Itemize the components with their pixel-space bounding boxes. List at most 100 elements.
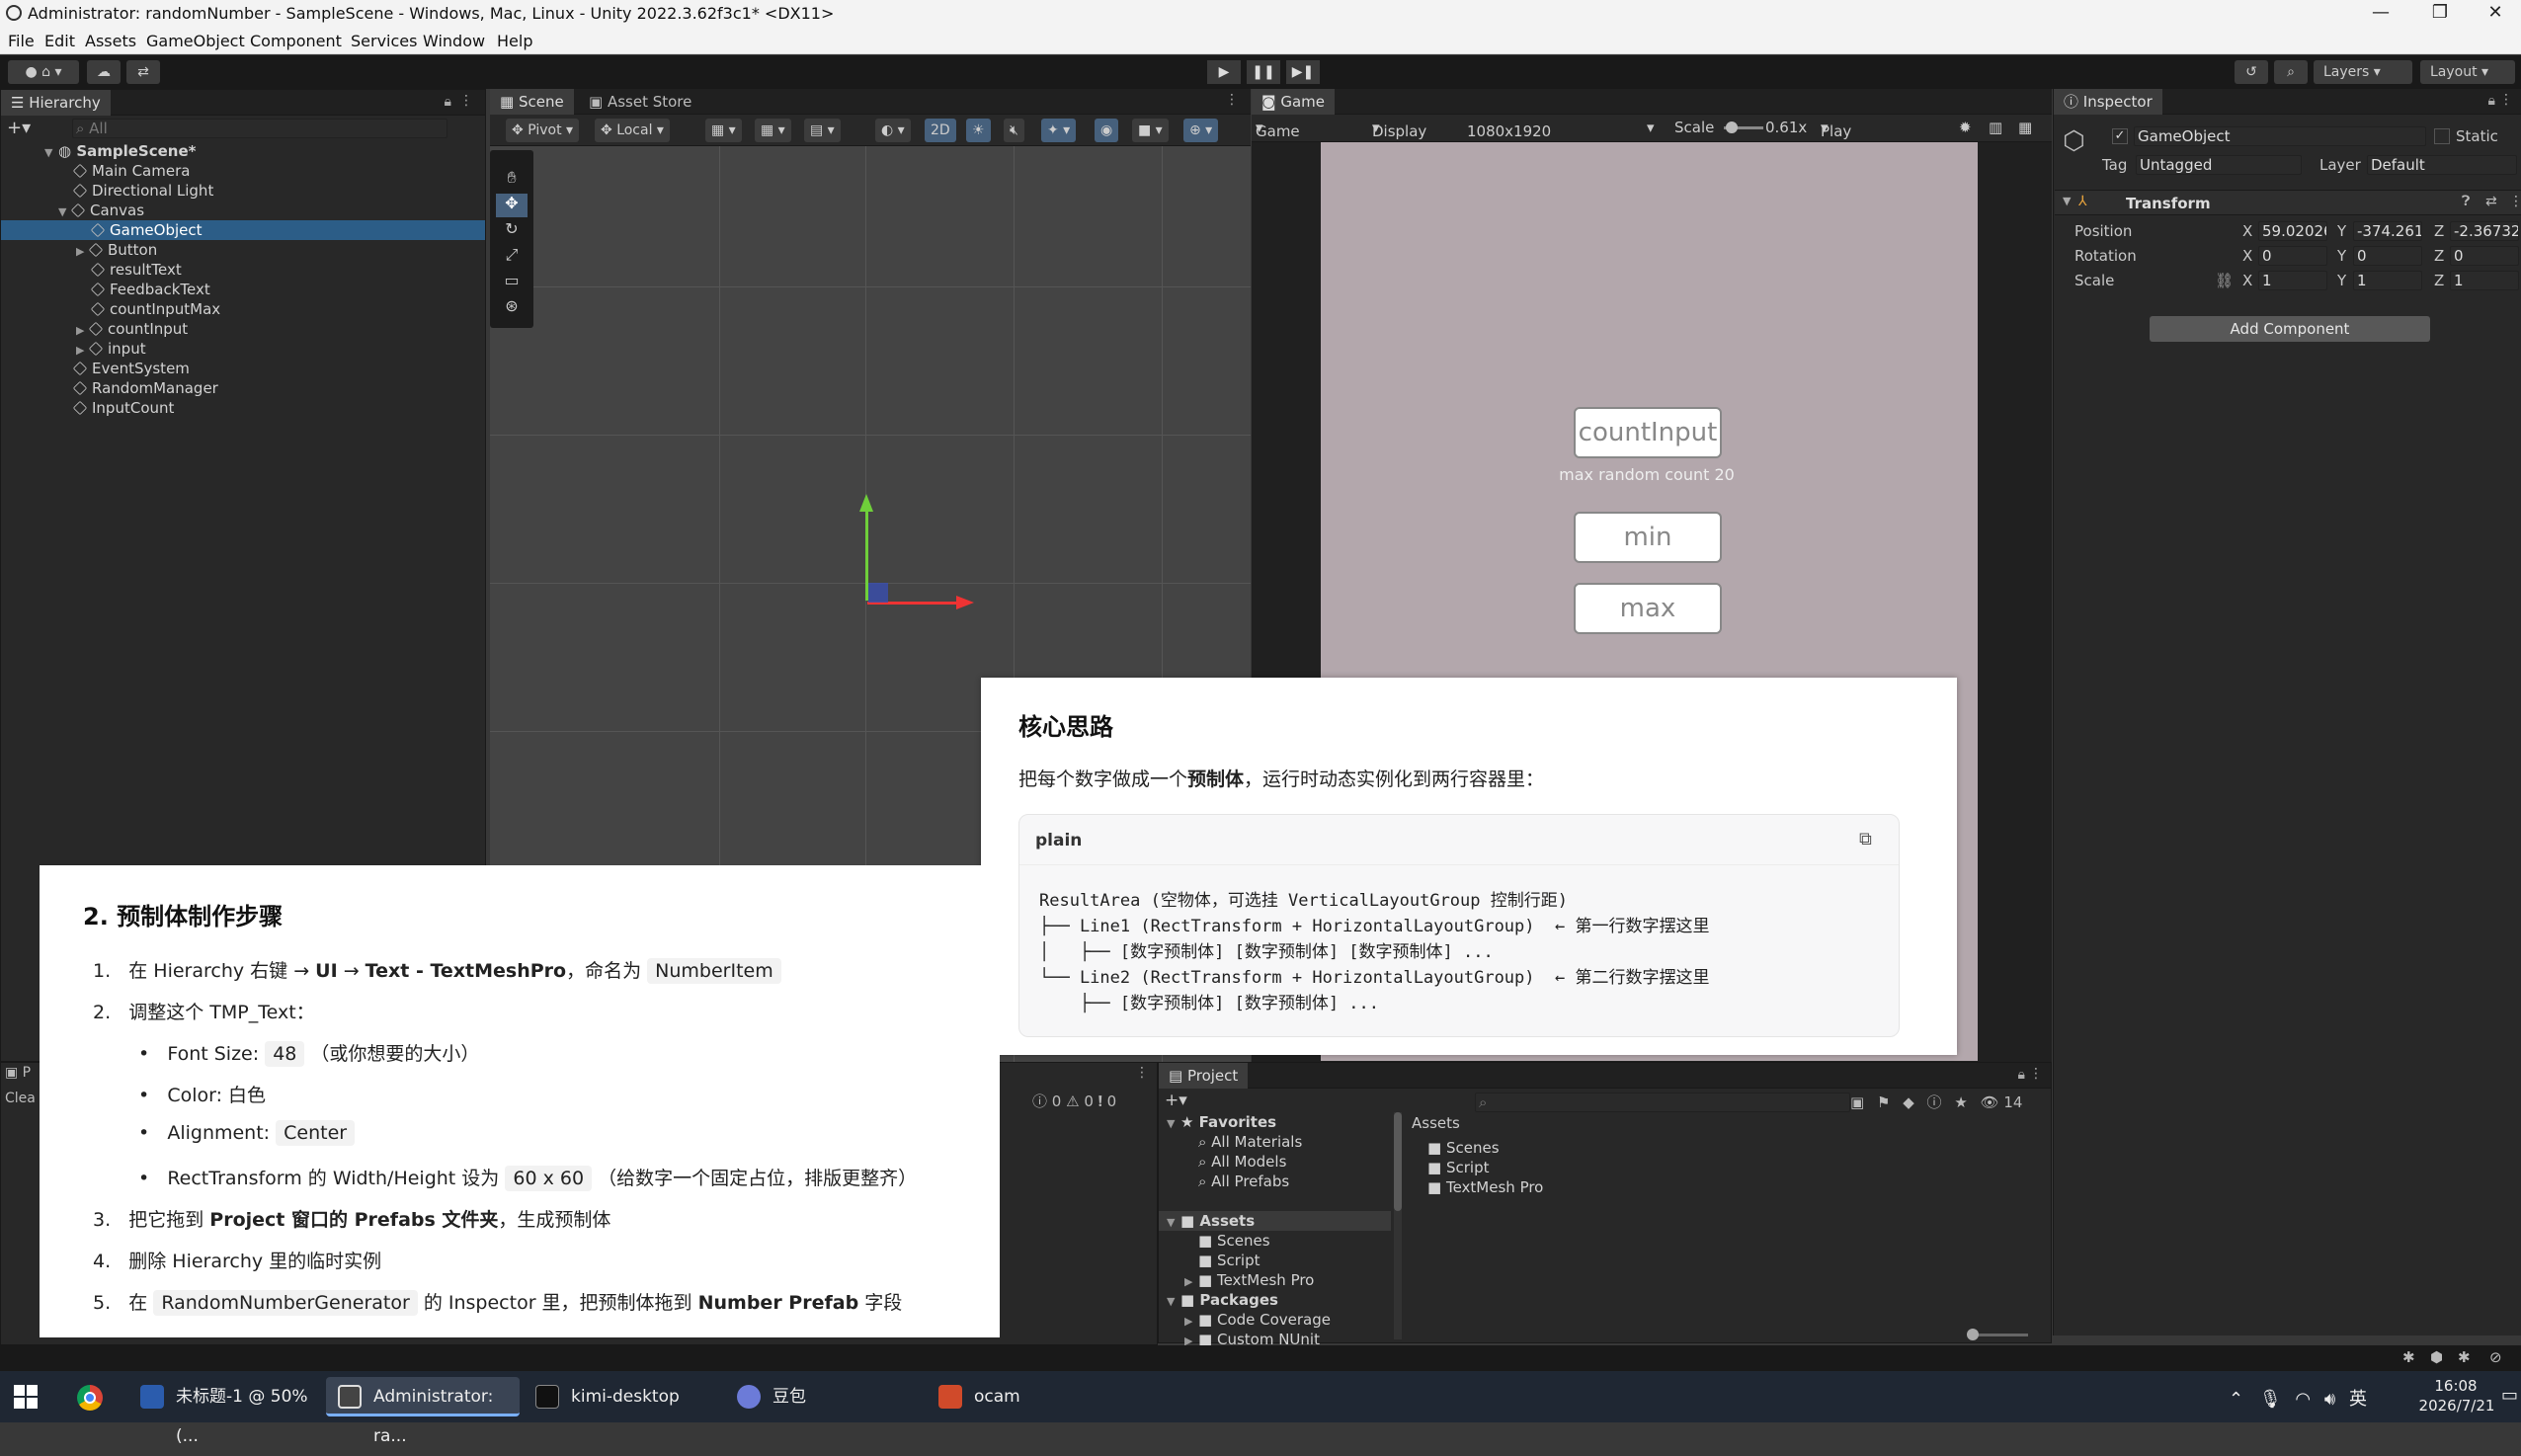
tab-asset-store[interactable]: ▣ Asset Store — [579, 89, 701, 115]
preset-icon[interactable]: ⇄ — [2485, 194, 2497, 209]
tree-item-button[interactable]: ▶ Button — [76, 240, 157, 260]
count-input-field[interactable]: countInput — [1574, 407, 1722, 458]
tree-item-eventsystem[interactable]: EventSystem — [72, 359, 190, 378]
minimize-icon[interactable]: — — [2351, 2, 2410, 23]
gizmos-icon[interactable]: ⊕ ▾ — [1183, 119, 1219, 142]
clock-date[interactable]: 2026/7/21 — [2412, 1397, 2501, 1415]
position-x-field[interactable]: 59.02026 — [2258, 221, 2327, 241]
wifi-icon[interactable]: ◠ — [2295, 1389, 2311, 1410]
draw-mode-button[interactable]: ◐ ▾ — [875, 119, 911, 142]
layers-dropdown[interactable]: Layers ▾ — [2314, 60, 2412, 84]
rotation-y-field[interactable]: 0 — [2353, 246, 2422, 266]
position-z-field[interactable]: -2.36732 — [2450, 221, 2519, 241]
menu-edit[interactable]: Edit — [44, 32, 75, 50]
info-icon[interactable]: ❗︎ — [1098, 1092, 1102, 1110]
min-input-field[interactable]: min — [1574, 512, 1722, 563]
error-icon[interactable]: ⓘ — [1032, 1092, 1047, 1110]
lock-icon[interactable]: 🔒︎ — [2488, 93, 2495, 109]
tab-scene[interactable]: ▦ Scene — [490, 89, 574, 115]
progress-icon[interactable]: ⊘ — [2489, 1348, 2502, 1366]
position-y-field[interactable]: -374.261 — [2353, 221, 2422, 241]
asset-folder-script[interactable]: ■ Script — [1427, 1158, 1489, 1177]
start-icon[interactable] — [14, 1385, 38, 1409]
scale-tool-icon[interactable]: ⤢ — [496, 245, 528, 269]
camera-icon[interactable]: ■ ▾ — [1132, 119, 1169, 142]
object-name-input[interactable]: GameObject — [2134, 126, 2426, 146]
filter-type-icon[interactable]: ⚑ — [1877, 1093, 1890, 1111]
project-search-input[interactable]: ⌕ — [1475, 1092, 1850, 1112]
clock-time[interactable]: 16:08 — [2416, 1377, 2495, 1395]
increment-snap-button[interactable]: ▦ ▾ — [755, 119, 791, 142]
menu-assets[interactable]: Assets — [85, 32, 136, 50]
resolution-chevron-icon[interactable]: ▾ — [1647, 119, 1655, 136]
play-button[interactable]: ▶ — [1207, 60, 1241, 84]
volume-icon[interactable]: 🔊︎ — [2324, 1389, 2335, 1410]
constrain-proportions-icon[interactable]: ⛓︎ — [2215, 271, 2234, 290]
microphone-icon[interactable]: 🎙︎ — [2259, 1389, 2282, 1410]
more-icon[interactable]: ⋮ — [2029, 1066, 2043, 1082]
chrome-icon[interactable] — [77, 1385, 103, 1411]
add-component-button[interactable]: Add Component — [2150, 316, 2430, 342]
tree-assets[interactable]: ▼ ■ Assets — [1167, 1211, 1255, 1231]
copy-icon[interactable]: ⧉ — [1859, 829, 1872, 849]
account-button[interactable]: ● ⌂ ▾ — [8, 60, 79, 84]
grid-snap-button[interactable]: ▦ ▾ — [705, 119, 742, 142]
search-icon[interactable]: ⌕ — [2274, 60, 2308, 84]
foldout-icon[interactable]: ▼ — [2063, 195, 2071, 207]
effects-icon[interactable]: ✦ ▾ — [1041, 119, 1077, 142]
fav-all-prefabs[interactable]: ⌕ All Prefabs — [1198, 1172, 1289, 1191]
rotate-tool-icon[interactable]: ↻ — [496, 219, 528, 243]
tree-item-canvas[interactable]: ▼ Canvas — [58, 201, 144, 220]
local-dropdown[interactable]: ✥ Local ▾ — [595, 119, 670, 142]
add-icon[interactable]: +▾ — [7, 118, 31, 138]
tree-item-resulttext[interactable]: resultText — [90, 260, 182, 280]
rotation-z-field[interactable]: 0 — [2450, 246, 2519, 266]
step-button[interactable]: ▶❚ — [1286, 60, 1320, 84]
more-icon[interactable]: ⋮ — [2509, 194, 2521, 209]
task-ocam[interactable]: ocam — [927, 1377, 1108, 1416]
menu-component[interactable]: Component — [250, 32, 342, 50]
create-icon[interactable]: ▣ — [1850, 1093, 1864, 1111]
tab-inspector[interactable]: ⓘ Inspector — [2054, 89, 2162, 115]
scale-slider-thumb[interactable] — [1726, 121, 1738, 133]
more-icon[interactable]: ⋮ — [1135, 1065, 1149, 1081]
tree-item-feedbacktext[interactable]: FeedbackText — [90, 280, 210, 299]
notification-icon[interactable]: ▭ — [2501, 1385, 2518, 1406]
icon-size-slider[interactable] — [1967, 1329, 2028, 1340]
more-icon[interactable]: ⋮ — [459, 93, 473, 109]
chevron-up-icon[interactable]: ⌃ — [2229, 1389, 2243, 1410]
asset-folder-textmesh-pro[interactable]: ■ TextMesh Pro — [1427, 1177, 1543, 1197]
2d-toggle-button[interactable]: 2D — [925, 119, 956, 142]
tree-assets-scenes[interactable]: ■ Scenes — [1198, 1231, 1270, 1251]
audio-icon[interactable]: 🔇︎ — [1004, 119, 1024, 142]
transform-tool-icon[interactable]: ⊛ — [496, 296, 528, 320]
cloud-icon[interactable]: ☁ — [87, 60, 121, 84]
scale-y-field[interactable]: 1 — [2353, 271, 2422, 290]
menu-help[interactable]: Help — [497, 32, 532, 50]
menu-window[interactable]: Window — [423, 32, 485, 50]
task-kimi[interactable]: kimi-desktop — [524, 1377, 721, 1416]
tree-item-directional-light[interactable]: Directional Light — [72, 181, 213, 201]
tree-item-gameobject[interactable]: GameObject — [90, 220, 203, 240]
hand-tool-icon[interactable]: ✋︎ — [496, 168, 528, 192]
console-tab[interactable]: ▣ P — [5, 1065, 31, 1081]
tree-item-countinput[interactable]: ▶ countInput — [76, 319, 188, 339]
scale-x-field[interactable]: 1 — [2258, 271, 2327, 290]
stats-icon[interactable]: ▥ — [1989, 119, 2002, 136]
tree-item-inputcount[interactable]: InputCount — [72, 398, 174, 418]
tree-packages[interactable]: ▼ ■ Packages — [1167, 1290, 1278, 1310]
error-filter-icon[interactable]: ⓘ — [1927, 1093, 1942, 1111]
hidden-objects-icon[interactable]: ◉ — [1095, 119, 1119, 142]
game-display-type-dropdown[interactable]: Game ▾ — [1256, 119, 1300, 140]
restore-icon[interactable]: ❐ — [2410, 2, 2470, 23]
tab-hierarchy[interactable]: ☰ Hierarchy — [1, 90, 111, 116]
history-icon[interactable]: ↺ — [2235, 60, 2268, 84]
scale-z-field[interactable]: 1 — [2450, 271, 2519, 290]
pivot-dropdown[interactable]: ✥ Pivot ▾ — [506, 119, 580, 142]
project-tree-scrollbar[interactable] — [1394, 1112, 1402, 1339]
asset-folder-scenes[interactable]: ■ Scenes — [1427, 1138, 1500, 1158]
display-dropdown[interactable]: Display 1 ▾ — [1372, 119, 1426, 158]
static-checkbox[interactable] — [2434, 128, 2450, 144]
fav-all-models[interactable]: ⌕ All Models — [1198, 1152, 1286, 1172]
ime-indicator[interactable]: 英 — [2349, 1389, 2367, 1410]
